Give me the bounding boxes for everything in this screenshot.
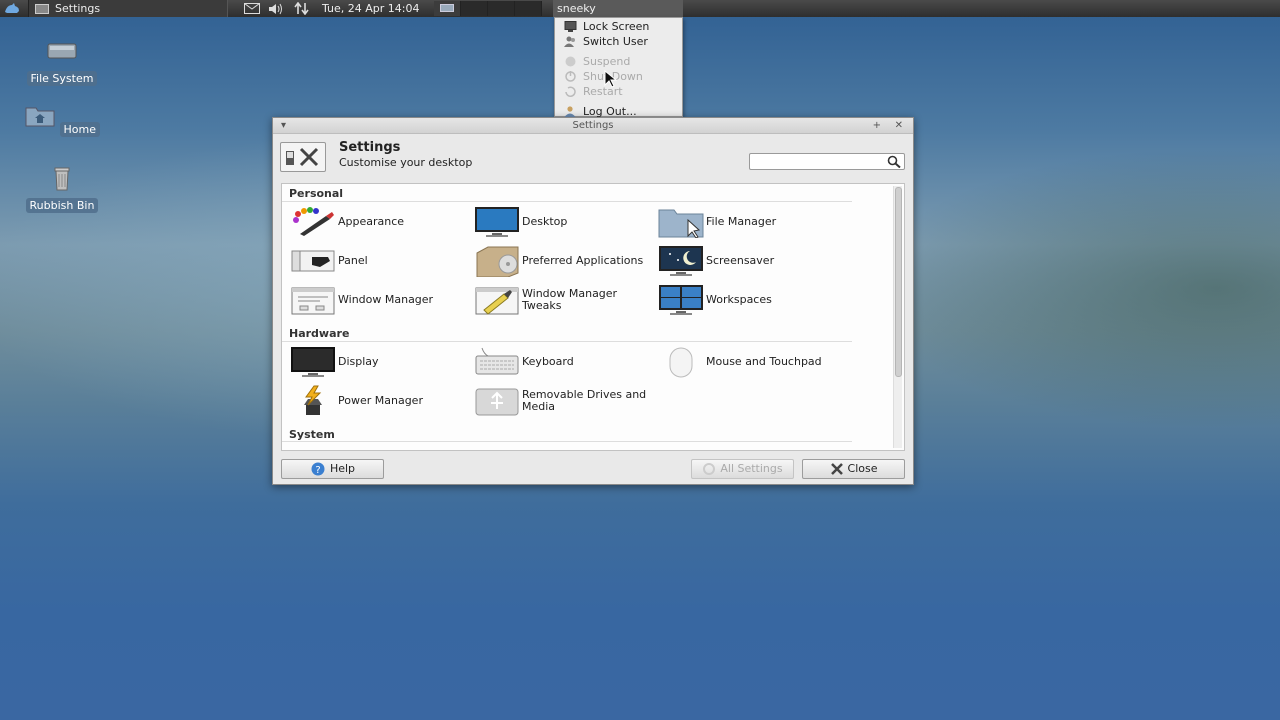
page-title: Settings bbox=[339, 140, 401, 155]
keyboard-icon bbox=[475, 347, 519, 375]
switch-user-icon bbox=[564, 36, 575, 47]
display-icon bbox=[291, 347, 335, 377]
trash-icon bbox=[54, 167, 70, 191]
system-tray bbox=[244, 0, 314, 17]
window-manager-icon bbox=[291, 287, 335, 315]
lock-screen-icon bbox=[564, 21, 577, 32]
svg-text:?: ? bbox=[315, 465, 320, 476]
all-settings-button[interactable]: All Settings bbox=[691, 459, 794, 479]
vertical-scrollbar[interactable] bbox=[893, 186, 902, 448]
clock[interactable]: Tue, 24 Apr 14:04 bbox=[322, 0, 420, 17]
settings-tools-icon bbox=[280, 142, 326, 172]
window-manager-tweaks-icon bbox=[475, 287, 519, 315]
settings-item-window-manager[interactable]: Window Manager bbox=[290, 283, 468, 317]
shutdown-icon bbox=[565, 71, 576, 82]
menu-item-suspend[interactable]: Suspend bbox=[555, 54, 682, 69]
workspace-switcher[interactable] bbox=[434, 0, 544, 17]
user-action-button[interactable]: sneeky bbox=[553, 0, 683, 17]
taskbar-button-settings[interactable]: Settings bbox=[28, 0, 228, 17]
settings-item-file-manager[interactable]: File Manager bbox=[658, 205, 836, 239]
search-icon[interactable] bbox=[887, 155, 901, 168]
desktop-monitor-icon bbox=[475, 207, 519, 237]
file-manager-icon bbox=[658, 209, 704, 238]
menu-item-shut-down[interactable]: Shut Down bbox=[555, 69, 682, 84]
mail-icon[interactable] bbox=[244, 3, 260, 14]
settings-item-workspaces[interactable]: Workspaces bbox=[658, 283, 836, 317]
suspend-icon bbox=[565, 56, 576, 67]
close-icon[interactable]: ✕ bbox=[895, 118, 903, 134]
close-x-icon bbox=[830, 463, 843, 475]
desktop-icon-home[interactable]: Home bbox=[24, 103, 100, 137]
workspace-4[interactable] bbox=[515, 1, 542, 16]
window-icon bbox=[35, 4, 49, 14]
settings-window: ▾ Settings + ✕ Settings Customise your d… bbox=[272, 117, 914, 485]
page-subtitle: Customise your desktop bbox=[339, 156, 473, 169]
settings-item-keyboard[interactable]: Keyboard bbox=[474, 345, 652, 379]
section-title-personal: Personal bbox=[289, 187, 344, 200]
logout-icon bbox=[564, 106, 576, 117]
settings-item-appearance[interactable]: Appearance bbox=[290, 205, 468, 239]
panel-icon bbox=[291, 250, 335, 272]
settings-item-preferred-applications[interactable]: Preferred Applications bbox=[474, 244, 652, 278]
settings-item-screensaver[interactable]: Screensaver bbox=[658, 244, 836, 278]
workspace-2[interactable] bbox=[461, 1, 488, 16]
home-folder-icon bbox=[25, 107, 55, 127]
settings-item-power-manager[interactable]: Power Manager bbox=[290, 384, 468, 418]
preferred-applications-icon bbox=[476, 246, 519, 277]
network-icon[interactable] bbox=[294, 2, 310, 15]
taskbar-label: Settings bbox=[55, 2, 101, 15]
maximize-icon[interactable]: + bbox=[873, 118, 881, 134]
settings-item-display[interactable]: Display bbox=[290, 345, 468, 379]
help-icon: ? bbox=[311, 462, 325, 476]
settings-item-removable-drives[interactable]: Removable Drives and Media bbox=[474, 384, 652, 418]
settings-list: Personal Appearance Desktop File Manager… bbox=[281, 183, 905, 451]
search-input[interactable] bbox=[749, 153, 905, 170]
mouse-cursor-icon bbox=[604, 70, 618, 88]
mouse-icon bbox=[669, 347, 693, 378]
power-manager-icon bbox=[304, 385, 322, 415]
workspace-1[interactable] bbox=[434, 1, 461, 16]
all-settings-icon bbox=[703, 463, 716, 475]
section-title-hardware: Hardware bbox=[289, 327, 350, 340]
removable-drive-icon bbox=[475, 388, 519, 416]
menu-item-switch-user[interactable]: Switch User bbox=[555, 34, 682, 49]
restart-icon bbox=[565, 86, 576, 97]
help-button[interactable]: ? Help bbox=[281, 459, 384, 479]
settings-item-desktop[interactable]: Desktop bbox=[474, 205, 652, 239]
desktop-icon-file-system[interactable]: File System bbox=[24, 38, 100, 86]
appearance-icon bbox=[293, 207, 334, 236]
user-action-menu: Lock Screen Switch User Suspend Shut Dow… bbox=[554, 17, 683, 118]
section-title-system: System bbox=[289, 428, 335, 441]
workspaces-icon bbox=[659, 285, 703, 315]
window-title: Settings bbox=[572, 120, 614, 131]
top-panel: Settings Tue, 24 Apr 14:04 sneeky bbox=[0, 0, 1280, 17]
settings-header: Settings Customise your desktop bbox=[273, 134, 913, 180]
xfce-menu-icon[interactable] bbox=[3, 0, 21, 17]
screensaver-icon bbox=[659, 246, 703, 276]
close-button[interactable]: Close bbox=[802, 459, 905, 479]
settings-item-panel[interactable]: Panel bbox=[290, 244, 468, 278]
settings-item-mouse-touchpad[interactable]: Mouse and Touchpad bbox=[658, 345, 836, 379]
volume-icon[interactable] bbox=[268, 3, 286, 15]
scrollbar-thumb[interactable] bbox=[895, 187, 902, 377]
workspace-3[interactable] bbox=[488, 1, 515, 16]
settings-item-window-manager-tweaks[interactable]: Window Manager Tweaks bbox=[474, 283, 652, 317]
drive-icon bbox=[47, 43, 77, 59]
menu-item-lock-screen[interactable]: Lock Screen bbox=[555, 19, 682, 34]
desktop-icon-rubbish-bin[interactable]: Rubbish Bin bbox=[24, 165, 100, 213]
window-titlebar[interactable]: ▾ Settings + ✕ bbox=[273, 118, 913, 134]
window-menu-icon[interactable]: ▾ bbox=[281, 118, 286, 134]
menu-item-restart[interactable]: Restart bbox=[555, 84, 682, 99]
